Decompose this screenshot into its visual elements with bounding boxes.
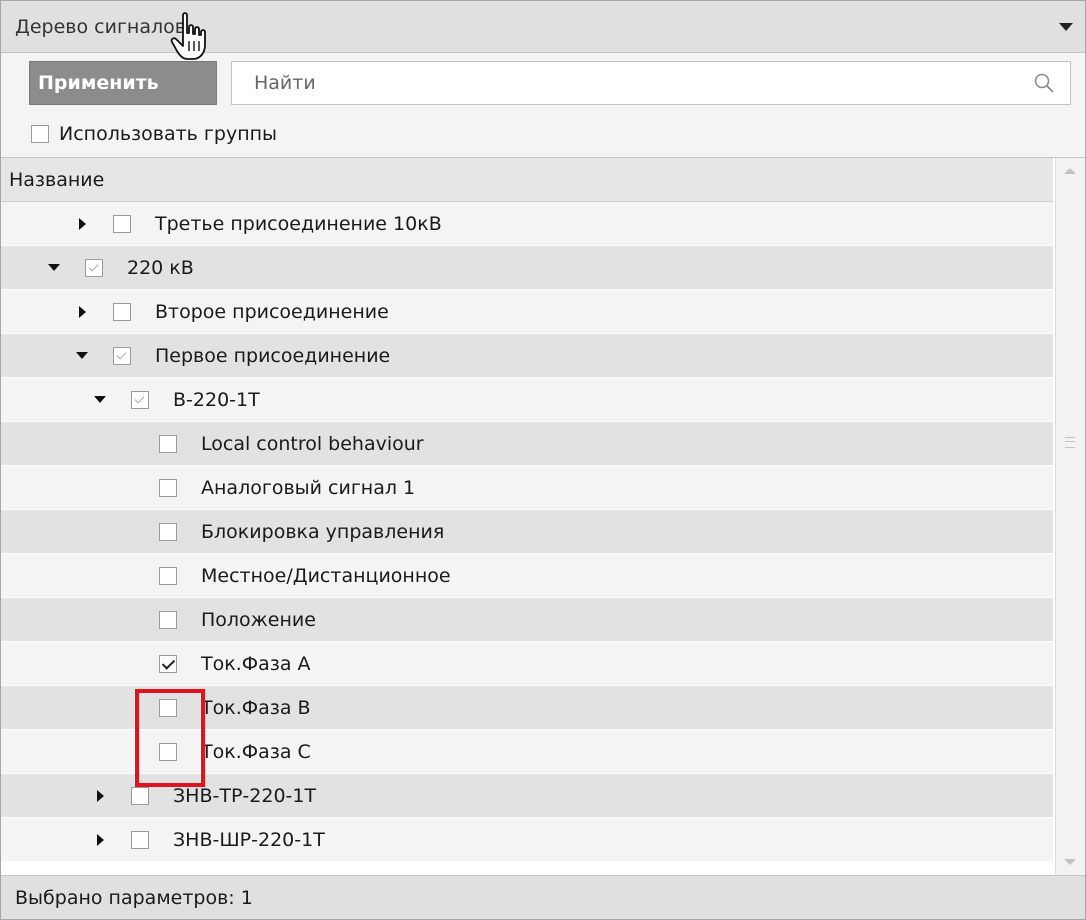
use-groups-label: Использовать группы	[59, 123, 278, 145]
tree-row[interactable]: Ток.Фаза В	[1, 686, 1053, 730]
tree-row-label: Второе присоединение	[155, 300, 389, 323]
apply-button[interactable]: Применить	[29, 61, 217, 105]
search-input[interactable]	[252, 71, 1032, 95]
scroll-up-arrow-icon[interactable]	[1064, 168, 1076, 174]
tree-row-label: Третье присоединение 10кВ	[155, 212, 442, 235]
use-groups-checkbox[interactable]	[31, 125, 49, 143]
column-header-name[interactable]: Название	[1, 158, 1053, 202]
tree-row-label: Местное/Дистанционное	[201, 564, 451, 587]
panel-header[interactable]: Дерево сигналов	[1, 1, 1085, 53]
expand-arrow-icon[interactable]	[73, 215, 91, 233]
tree-row-checkbox[interactable]	[159, 654, 177, 673]
tree-row-checkbox[interactable]	[159, 522, 177, 541]
triangle-down-icon[interactable]	[1059, 22, 1073, 31]
collapse-arrow-icon[interactable]	[45, 259, 63, 277]
tree-row-checkbox[interactable]	[159, 698, 177, 717]
tree-row-label: Ток.Фаза А	[201, 652, 311, 675]
tree-row[interactable]: Local control behaviour	[1, 422, 1053, 466]
tree-row-checkbox[interactable]	[159, 742, 177, 761]
tree-row[interactable]: ЗНВ-ШР-220-1Т	[1, 818, 1053, 862]
tree-row-label: Первое присоединение	[155, 344, 391, 367]
tree-row-checkbox[interactable]	[131, 390, 149, 409]
tree-row-checkbox[interactable]	[159, 434, 177, 453]
tree-rows: Третье присоединение 10кВ 220 кВ Второе пр…	[1, 202, 1053, 862]
tree-row-label: Ток.Фаза С	[201, 740, 311, 763]
status-text: Выбрано параметров: 1	[15, 886, 253, 909]
tree-row[interactable]: В-220-1Т	[1, 378, 1053, 422]
panel-title: Дерево сигналов	[15, 15, 186, 38]
use-groups-row[interactable]: Использовать группы	[1, 113, 1085, 155]
grip-icon	[1065, 437, 1075, 448]
tree-row[interactable]: Первое присоединение	[1, 334, 1053, 378]
tree-row-checkbox[interactable]	[131, 786, 149, 805]
signal-tree: Название Третье присоединение 10кВ 220 кВ…	[1, 157, 1085, 875]
collapse-arrow-icon[interactable]	[91, 391, 109, 409]
tree-row-checkbox[interactable]	[131, 830, 149, 849]
expand-arrow-icon[interactable]	[73, 303, 91, 321]
vertical-scrollbar[interactable]	[1055, 158, 1085, 875]
tree-row-label: Положение	[201, 608, 316, 631]
tree-row[interactable]: Положение	[1, 598, 1053, 642]
collapse-arrow-icon[interactable]	[73, 347, 91, 365]
tree-row[interactable]: Местное/Дистанционное	[1, 554, 1053, 598]
tree-row[interactable]: Аналоговый сигнал 1	[1, 466, 1053, 510]
tree-row[interactable]: Блокировка управления	[1, 510, 1053, 554]
toolbar: Применить	[1, 53, 1085, 113]
search-box[interactable]	[231, 61, 1071, 105]
tree-row-label: Аналоговый сигнал 1	[201, 476, 416, 499]
expand-arrow-icon[interactable]	[91, 831, 109, 849]
tree-row[interactable]: Ток.Фаза А	[1, 642, 1053, 686]
tree-row[interactable]: 220 кВ	[1, 246, 1053, 290]
tree-row-checkbox[interactable]	[113, 346, 131, 365]
tree-row-checkbox[interactable]	[159, 610, 177, 629]
tree-row-label: ЗНВ-ТР-220-1Т	[173, 784, 317, 807]
tree-row-label: В-220-1Т	[173, 388, 260, 411]
tree-row[interactable]: Ток.Фаза С	[1, 730, 1053, 774]
signal-tree-panel: Дерево сигналов Применить Использовать г…	[0, 0, 1086, 920]
tree-row-label: Local control behaviour	[201, 432, 424, 455]
search-icon[interactable]	[1032, 71, 1056, 95]
scrollbar-thumb[interactable]	[1060, 188, 1080, 843]
tree-row-checkbox[interactable]	[159, 478, 177, 497]
status-bar: Выбрано параметров: 1	[1, 875, 1085, 919]
tree-row-checkbox[interactable]	[85, 258, 103, 277]
tree-row[interactable]: Второе присоединение	[1, 290, 1053, 334]
scroll-down-arrow-icon[interactable]	[1064, 859, 1076, 865]
tree-row[interactable]: Третье присоединение 10кВ	[1, 202, 1053, 246]
tree-row-label: ЗНВ-ШР-220-1Т	[173, 828, 325, 851]
tree-row-label: Блокировка управления	[201, 520, 445, 543]
tree-row-checkbox[interactable]	[113, 214, 131, 233]
tree-row-label: 220 кВ	[127, 256, 194, 279]
tree-row-checkbox[interactable]	[113, 302, 131, 321]
expand-arrow-icon[interactable]	[91, 787, 109, 805]
tree-row-checkbox[interactable]	[159, 566, 177, 585]
tree-row[interactable]: ЗНВ-ТР-220-1Т	[1, 774, 1053, 818]
tree-row-label: Ток.Фаза В	[201, 696, 311, 719]
